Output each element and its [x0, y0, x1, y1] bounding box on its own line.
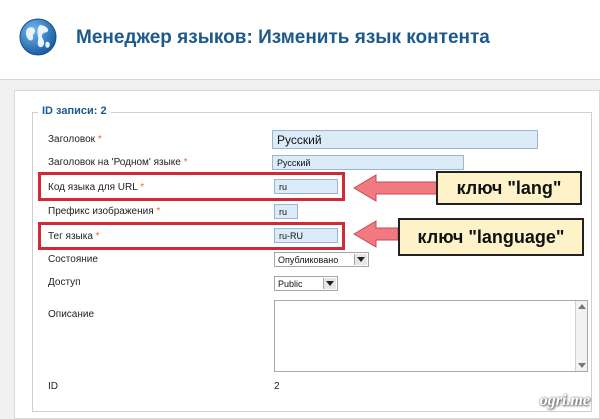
image-prefix-input[interactable]: ru	[274, 204, 298, 219]
watermark: ogri.me	[539, 392, 590, 409]
scroll-down-icon[interactable]	[578, 363, 586, 368]
title-label: Заголовок *	[48, 134, 102, 145]
state-select-value: Опубликовано	[278, 254, 339, 265]
callout-lang: ключ "lang"	[436, 171, 582, 205]
title-input[interactable]: Русский	[272, 130, 538, 149]
lang-tag-highlight	[38, 222, 345, 250]
arrow-left-icon	[353, 220, 399, 248]
title-native-label: Заголовок на 'Родном' языке *	[48, 157, 188, 168]
access-select-value: Public	[278, 278, 303, 289]
access-select[interactable]: Public	[274, 276, 338, 291]
id-value: 2	[274, 381, 280, 392]
state-select[interactable]: Опубликовано	[274, 252, 369, 267]
access-label: Доступ	[48, 277, 81, 288]
image-prefix-label: Префикс изображения *	[48, 206, 161, 217]
description-label: Описание	[48, 309, 95, 320]
chevron-down-icon[interactable]	[323, 278, 336, 289]
id-label: ID	[48, 381, 58, 392]
page-header: Менеджер языков: Изменить язык контента	[0, 0, 600, 80]
description-textarea[interactable]	[274, 300, 588, 372]
state-label: Состояние	[48, 254, 98, 265]
globe-icon	[19, 18, 57, 56]
textarea-scrollbar[interactable]	[575, 301, 587, 371]
page-title: Менеджер языков: Изменить язык контента	[76, 27, 490, 48]
arrow-left-icon	[353, 174, 439, 202]
callout-language: ключ "language"	[398, 218, 584, 256]
fieldset-legend: ID записи: 2	[38, 105, 111, 117]
title-native-input[interactable]: Русский	[272, 155, 464, 170]
scroll-up-icon[interactable]	[578, 304, 586, 309]
url-code-highlight	[38, 172, 345, 201]
chevron-down-icon[interactable]	[354, 254, 367, 265]
